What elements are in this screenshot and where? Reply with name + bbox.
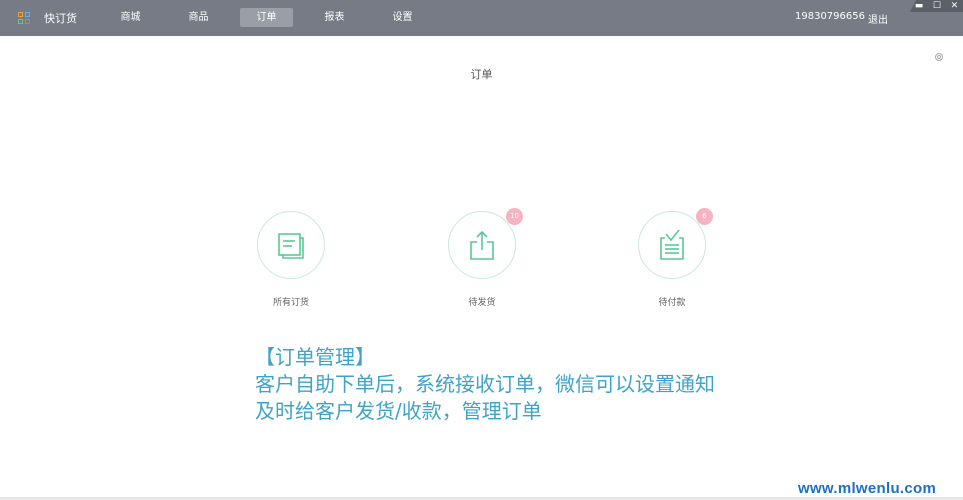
card-pending-payment[interactable]: 6 待付款	[622, 208, 722, 308]
nav-tab-reports[interactable]: 报表	[308, 8, 361, 27]
annotation-line: 客户自助下单后，系统接收订单，微信可以设置通知	[255, 372, 715, 396]
feature-annotation: 【订单管理】 客户自助下单后，系统接收订单，微信可以设置通知 及时给客户发货/收…	[255, 344, 715, 425]
annotation-line: 及时给客户发货/收款，管理订单	[255, 399, 542, 423]
card-circle: 10	[448, 208, 523, 279]
card-label: 待付款	[658, 298, 686, 308]
window-controls: ▬ ☐ ✕	[910, 0, 963, 12]
close-icon[interactable]: ✕	[951, 1, 959, 11]
nav-tab-mall[interactable]: 商城	[104, 8, 157, 27]
card-circle	[257, 211, 325, 279]
minimize-icon[interactable]: ▬	[915, 1, 924, 11]
watermark: www.mlwenlu.com	[798, 480, 937, 497]
nav-tab-orders[interactable]: 订单	[240, 8, 293, 27]
user-phone: 19830796656	[795, 11, 865, 22]
nav-tab-products[interactable]: 商品	[172, 8, 225, 27]
pending-shipment-badge: 10	[506, 208, 523, 225]
logout-button[interactable]: 退出	[868, 11, 888, 26]
app-logo-icon	[18, 12, 30, 24]
settings-gear-icon[interactable]	[935, 53, 943, 61]
maximize-icon[interactable]: ☐	[933, 1, 941, 11]
nav-tab-settings[interactable]: 设置	[376, 8, 429, 27]
card-all-orders[interactable]: 所有订货	[241, 211, 341, 308]
card-label: 所有订货	[272, 298, 309, 308]
card-pending-shipment[interactable]: 10 待发货	[432, 208, 532, 308]
app-name: 快订货	[44, 12, 77, 25]
card-circle: 6	[638, 208, 713, 279]
pending-payment-badge: 6	[696, 208, 713, 225]
annotation-line: 【订单管理】	[255, 345, 375, 369]
share-upload-icon	[470, 230, 494, 260]
top-bar: 快订货 商城 商品 订单 报表 设置 19830796656 退出 ▬ ☐ ✕	[0, 0, 963, 36]
checklist-icon	[660, 229, 684, 260]
page-title: 订单	[470, 68, 493, 81]
document-icon	[278, 233, 304, 259]
main-nav: 商城 商品 订单 报表 设置	[104, 8, 444, 28]
card-label: 待发货	[468, 298, 496, 308]
